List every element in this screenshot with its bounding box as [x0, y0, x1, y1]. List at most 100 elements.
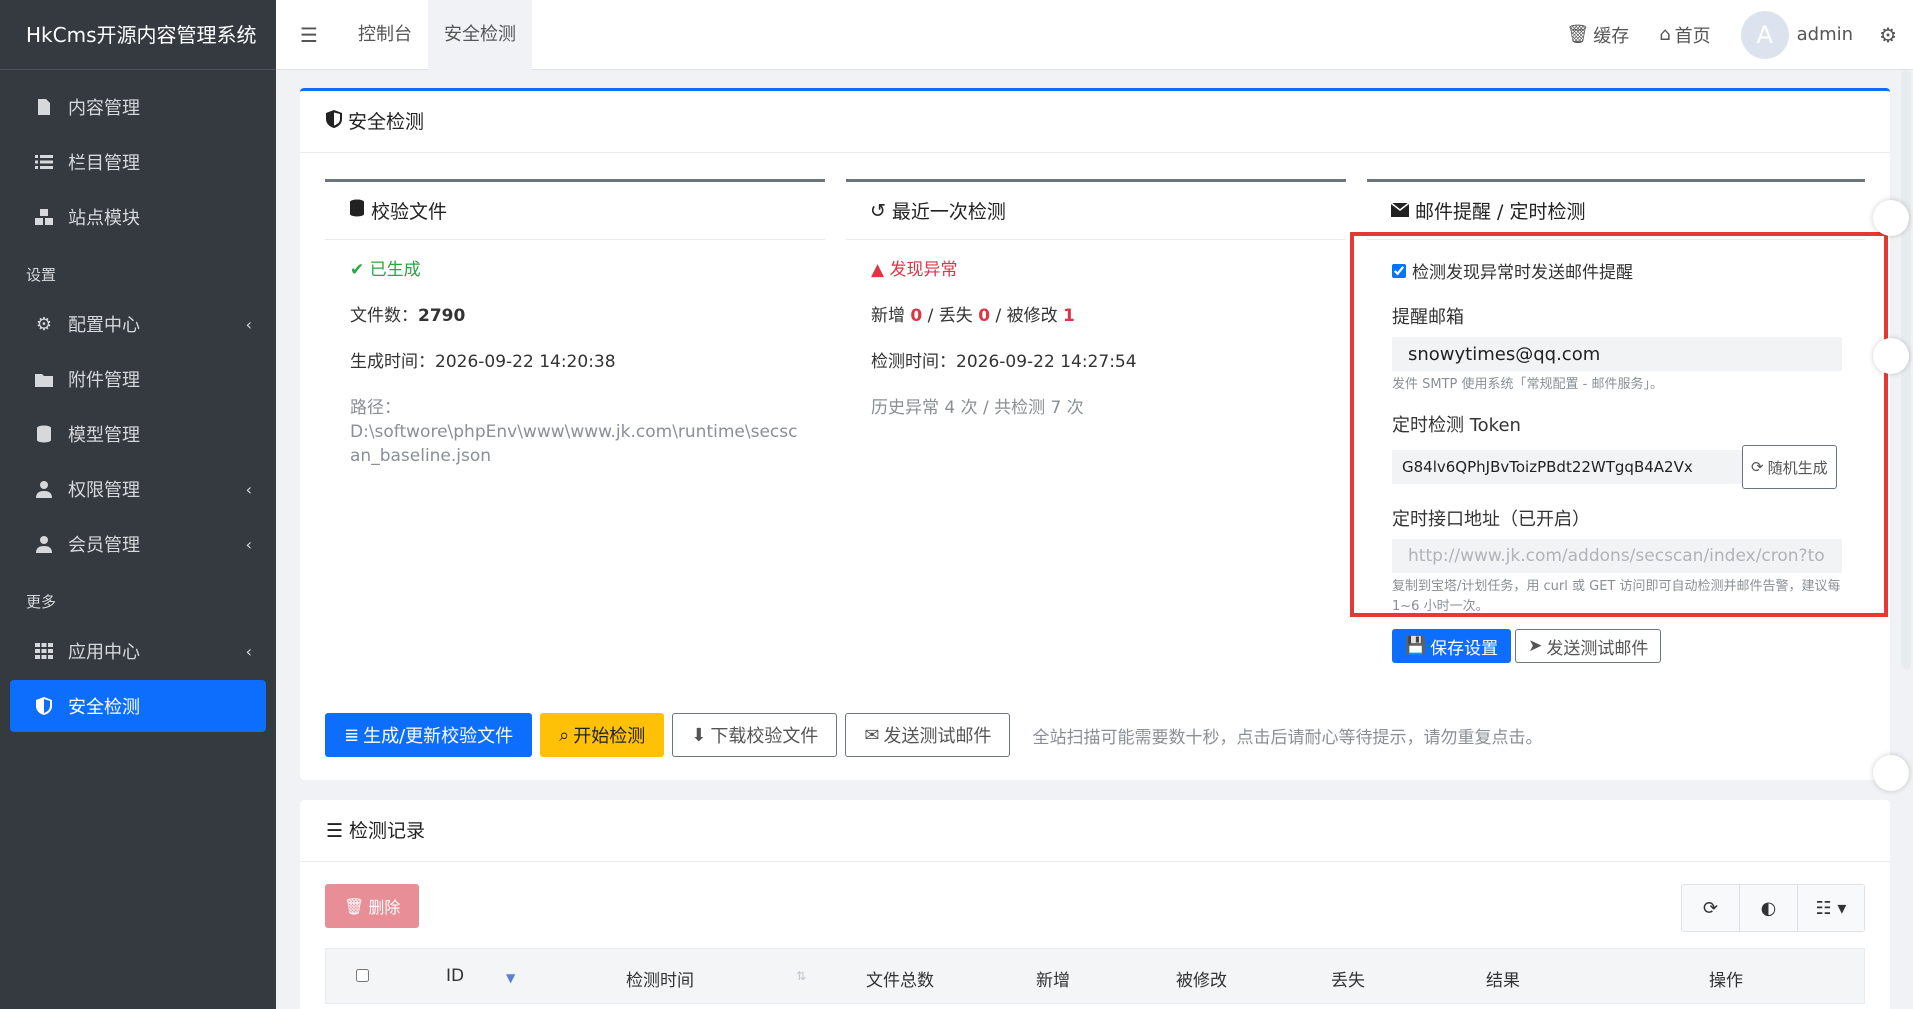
save-icon: 💾 [1405, 636, 1427, 656]
cron-hint: 复制到宝塔/计划任务，用 curl 或 GET 访问即可自动检测并邮件告警，建议… [1392, 579, 1841, 614]
table-toolbar: ⟳ ◐ ☷ ▾ [1681, 884, 1865, 932]
floating-tool-icon[interactable] [1873, 338, 1909, 374]
generated-label: 生成时间： [350, 352, 435, 372]
email-field[interactable] [1392, 337, 1842, 371]
download-icon: ⬇ [691, 724, 707, 746]
col-scan-time[interactable]: 检测时间 [626, 966, 694, 991]
sidebar-item-apps[interactable]: 应用中心 ‹ [10, 625, 266, 677]
toggle-view-icon[interactable]: ◐ [1740, 885, 1798, 931]
sidebar-item-permissions[interactable]: 权限管理 ‹ [10, 463, 266, 515]
action-row: ≣ 生成/更新校验文件 ⌕ 开始检测 ⬇ 下载校验文件 ✉ 发送测试邮件 全站扫… [325, 713, 1542, 757]
history-summary: 历史异常 4 次 / 共检测 7 次 [871, 398, 1084, 418]
token-field[interactable] [1392, 450, 1742, 484]
sidebar-item-models[interactable]: 模型管理 [10, 408, 266, 460]
separator: / [990, 306, 1007, 326]
menu-toggle-icon[interactable]: ☰ [276, 23, 342, 47]
topbar: ☰ 控制台 安全检测 🗑 缓存 ⌂ 首页 A admin ⚙ [276, 0, 1913, 70]
shield-icon [32, 697, 56, 715]
delete-button[interactable]: 🗑 删除 [325, 884, 420, 928]
list-icon: ☰ [326, 819, 344, 842]
mail-alert-checkbox-label: 检测发现异常时发送邮件提醒 [1412, 263, 1633, 283]
brand-title[interactable]: HkCms开源内容管理系统 [0, 0, 276, 70]
sidebar-item-label: 应用中心 [68, 642, 140, 663]
tab-dashboard[interactable]: 控制台 [342, 0, 428, 70]
file-icon [32, 98, 56, 116]
added-value: 0 [910, 306, 923, 326]
floating-share-icon[interactable] [1873, 755, 1909, 791]
col-actions: 操作 [1709, 971, 1743, 991]
envelope-icon: ✉ [864, 724, 880, 746]
path-value: D:\softwore\phpEnv\www\www.jk.com\runtim… [350, 422, 798, 466]
sidebar-item-label: 栏目管理 [68, 153, 140, 174]
baseline-status-text: 已生成 [369, 260, 421, 280]
cron-label: 定时接口地址（已开启） [1392, 509, 1590, 530]
start-scan-button[interactable]: ⌕ 开始检测 [540, 713, 665, 757]
check-circle-icon: ✔ [350, 260, 365, 280]
download-baseline-label: 下载校验文件 [710, 726, 819, 747]
columns-dropdown-icon[interactable]: ☷ ▾ [1798, 885, 1864, 931]
last-scan-header: ↺ 最近一次检测 [846, 182, 1346, 240]
database-icon [32, 425, 56, 443]
cron-url-field[interactable] [1392, 539, 1842, 573]
scan-time-label: 检测时间： [871, 352, 956, 372]
modified-label: 被修改 [1006, 306, 1058, 326]
random-token-label: 随机生成 [1767, 458, 1828, 477]
grid-icon [32, 643, 56, 659]
mail-header: 邮件提醒 / 定时检测 [1367, 182, 1865, 240]
send-test-mail-button[interactable]: ➤ 发送测试邮件 [1515, 629, 1662, 663]
clear-cache-button[interactable]: 🗑 缓存 [1566, 22, 1629, 48]
folder-icon [32, 372, 56, 387]
chevron-left-icon: ‹ [245, 479, 252, 499]
sidebar: HkCms开源内容管理系统 内容管理 栏目管理 站点模块 设置 ⚙ 配置中心 ‹… [0, 0, 276, 1009]
home-label: 首页 [1674, 25, 1711, 47]
mail-alert-checkbox-row[interactable]: 检测发现异常时发送邮件提醒 [1392, 258, 1840, 283]
sidebar-item-attachments[interactable]: 附件管理 [10, 353, 266, 405]
sidebar-item-label: 安全检测 [68, 697, 140, 718]
sidebar-item-content[interactable]: 内容管理 [10, 81, 266, 133]
save-settings-button[interactable]: 💾 保存设置 [1392, 629, 1512, 663]
file-count-row: 文件数：2790 [350, 304, 800, 328]
download-baseline-button[interactable]: ⬇ 下载校验文件 [672, 713, 838, 757]
username[interactable]: admin [1797, 24, 1853, 45]
sort-icon[interactable]: ⇅ [796, 969, 806, 983]
sidebar-item-config[interactable]: ⚙ 配置中心 ‹ [10, 298, 266, 350]
page-title: 安全检测 [348, 110, 425, 133]
history-icon: ↺ [870, 199, 886, 222]
refresh-icon[interactable]: ⟳ [1682, 885, 1740, 931]
sidebar-item-category[interactable]: 栏目管理 [10, 136, 266, 188]
mail-alert-checkbox[interactable] [1392, 263, 1406, 278]
refresh-icon: ⟳ [1751, 458, 1764, 476]
generate-baseline-button[interactable]: ≣ 生成/更新校验文件 [325, 713, 533, 757]
user-tie-icon [32, 535, 56, 553]
home-button[interactable]: ⌂ 首页 [1659, 22, 1710, 48]
avatar[interactable]: A [1740, 10, 1789, 59]
select-all-checkbox[interactable] [356, 969, 369, 982]
generated-row: 生成时间：2026-09-22 14:20:38 [350, 350, 800, 374]
floating-assistant-icon[interactable] [1873, 200, 1909, 236]
lost-value: 0 [978, 306, 991, 326]
sort-desc-icon[interactable]: ▼ [506, 971, 515, 985]
random-token-button[interactable]: ⟳ 随机生成 [1742, 445, 1837, 489]
last-scan-status-text: 发现异常 [889, 260, 958, 280]
scan-stats-row: 新增 0 / 丢失 0 / 被修改 1 [871, 304, 1321, 328]
sidebar-item-site-module[interactable]: 站点模块 [10, 191, 266, 243]
gear-icon: ⚙ [35, 313, 53, 335]
col-id[interactable]: ID [446, 966, 464, 986]
modified-value: 1 [1063, 306, 1075, 326]
warning-triangle-icon: ▲ [871, 260, 885, 280]
col-file-total: 文件总数 [866, 971, 934, 991]
separator: / [922, 306, 939, 326]
col-modified: 被修改 [1176, 971, 1227, 991]
tab-security[interactable]: 安全检测 [428, 0, 532, 70]
records-title: 检测记录 [349, 819, 426, 842]
col-added: 新增 [1036, 971, 1070, 991]
settings-gear-icon[interactable]: ⚙ [1879, 23, 1897, 47]
list-icon [32, 154, 56, 170]
page-scrollbar[interactable] [1901, 70, 1911, 670]
last-scan-title: 最近一次检测 [891, 201, 1006, 223]
sidebar-item-security[interactable]: 安全检测 [10, 680, 266, 732]
action-send-test-mail-button[interactable]: ✉ 发送测试邮件 [845, 713, 1011, 757]
sidebar-item-members[interactable]: 会员管理 ‹ [10, 518, 266, 570]
start-scan-label: 开始检测 [573, 726, 646, 747]
mail-title: 邮件提醒 / 定时检测 [1415, 201, 1586, 223]
